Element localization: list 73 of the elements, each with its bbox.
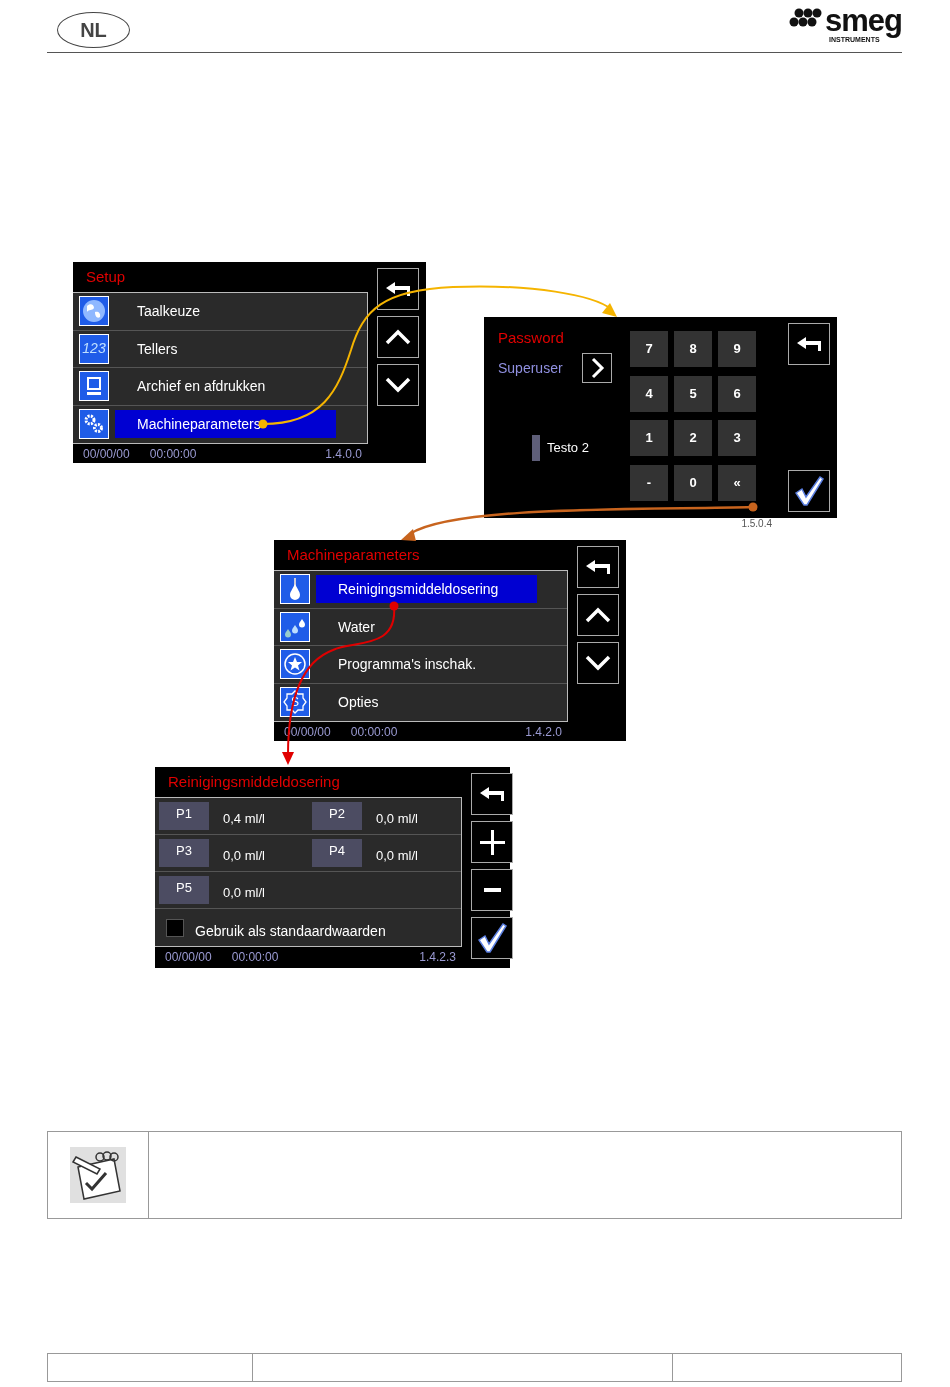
counter-icon: 123 (79, 333, 109, 364)
keypad-key[interactable]: 2 (674, 420, 712, 456)
version-label: 1.4.2.3 (419, 949, 456, 966)
status-time: 00:00:00 (231, 949, 279, 966)
keypad-key[interactable]: 1 (630, 420, 668, 456)
screen-title: Setup (85, 267, 127, 287)
plus-icon (479, 829, 505, 855)
parameter-button[interactable]: P4 (312, 839, 362, 867)
back-button[interactable] (471, 773, 513, 815)
logo-dots-icon (789, 6, 823, 28)
status-time: 00:00:00 (350, 723, 398, 741)
back-button[interactable] (377, 268, 419, 310)
parameter-value: 0,0 ml/l (376, 810, 418, 829)
scroll-up-button[interactable] (377, 316, 419, 358)
checkmark-icon (476, 922, 508, 954)
keypad-key[interactable]: 0 (674, 464, 712, 501)
keypad-key[interactable]: 9 (718, 331, 756, 367)
increase-button[interactable] (471, 821, 513, 863)
menu-item[interactable]: Opties (316, 688, 537, 717)
parameter-button[interactable]: P2 (312, 802, 362, 830)
screen-title: Reinigingsmiddeldosering (167, 772, 341, 792)
notepad-icon (70, 1147, 126, 1203)
minus-icon (483, 888, 501, 892)
parameter-button[interactable]: P3 (159, 839, 209, 867)
password-field[interactable]: Testo 2 (532, 435, 630, 461)
confirm-button[interactable] (471, 917, 513, 959)
keypad-key[interactable]: 4 (630, 375, 668, 412)
parameter-button[interactable]: P5 (159, 876, 209, 904)
next-user-button[interactable] (582, 353, 612, 383)
scroll-down-button[interactable] (577, 642, 619, 684)
menu-item[interactable]: Reinigingsmiddeldosering (316, 575, 537, 604)
keypad-key[interactable]: - (630, 464, 668, 501)
screen-title: Machineparameters (286, 545, 421, 565)
status-time: 00:00:00 (149, 445, 197, 463)
screen-title: Password (498, 328, 565, 348)
menu-item[interactable]: Taalkeuze (115, 297, 336, 326)
version-label: 1.5.0.4 (741, 516, 772, 531)
user-label: Superuser (498, 358, 564, 378)
checkmark-icon (793, 475, 825, 507)
keypad-key[interactable]: 5 (674, 375, 712, 412)
checkbox-label: Gebruik als standaardwaarden (195, 922, 386, 941)
version-label: 1.4.2.0 (525, 723, 562, 741)
drop-icon (280, 574, 310, 605)
parameter-button[interactable]: P1 (159, 802, 209, 830)
gears-icon (79, 409, 109, 440)
menu-item[interactable]: Water (316, 612, 537, 641)
menu-item[interactable]: Machineparameters (115, 410, 336, 439)
status-date: 00/00/00 (165, 949, 212, 966)
logo-wordmark: smeg (825, 6, 902, 36)
menu-item[interactable]: Archief en afdrukken (115, 372, 336, 401)
keypad-key[interactable]: 6 (718, 375, 756, 412)
parameter-value: 0,0 ml/l (223, 847, 265, 866)
drops-icon (280, 611, 310, 642)
globe-icon (79, 296, 109, 327)
keypad-key[interactable]: 3 (718, 420, 756, 456)
parameter-value: 0,0 ml/l (223, 884, 265, 903)
menu-item[interactable]: Programma's inschak. (316, 650, 537, 679)
keypad-key[interactable]: « (718, 464, 756, 501)
confirm-button[interactable] (788, 470, 830, 512)
scroll-up-button[interactable] (577, 594, 619, 636)
parameter-value: 0,0 ml/l (376, 847, 418, 866)
decrease-button[interactable] (471, 869, 513, 911)
monitor-icon (79, 371, 109, 402)
parameter-value: 0,4 ml/l (223, 810, 265, 829)
status-date: 00/00/00 (83, 445, 130, 463)
checkbox[interactable] (166, 918, 184, 937)
scroll-down-button[interactable] (377, 364, 419, 406)
back-button[interactable] (577, 546, 619, 588)
version-label: 1.4.0.0 (325, 445, 362, 463)
back-button[interactable] (788, 323, 830, 365)
keypad-key[interactable]: 7 (630, 331, 668, 367)
keypad-key[interactable]: 8 (674, 331, 712, 367)
menu-item[interactable]: Tellers (115, 334, 336, 363)
